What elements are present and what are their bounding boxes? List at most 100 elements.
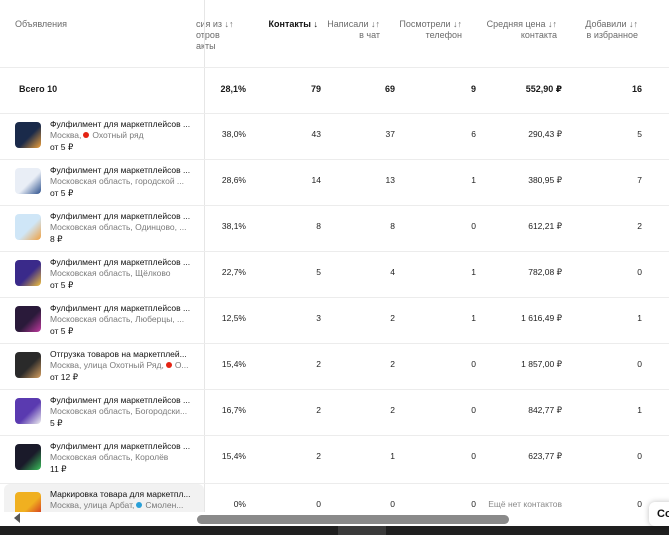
listing-title[interactable]: Фулфилмент для маркетплейсов ...	[50, 303, 200, 313]
row-separator	[0, 113, 669, 114]
location-text: Москва, улица Охотный Ряд,	[50, 360, 164, 370]
conversion-cell: 15,4%	[221, 359, 246, 369]
contacts-cell: 3	[316, 313, 321, 323]
conversion-cell: 12,5%	[221, 313, 246, 323]
listing-title[interactable]: Фулфилмент для маркетплейсов ...	[50, 119, 200, 129]
favorites-cell: 0	[637, 359, 642, 369]
metro-dot-icon	[136, 502, 143, 508]
row-separator	[0, 159, 669, 160]
listing-title[interactable]: Фулфилмент для маркетплейсов ...	[50, 211, 200, 221]
listing-thumbnail[interactable]	[15, 306, 41, 332]
listing-thumbnail[interactable]	[15, 122, 41, 148]
listing-price: 11 ₽	[50, 464, 67, 474]
avg-price-column-header[interactable]: Средняя цена ↓↑ контакта	[477, 19, 557, 41]
listing-title[interactable]: Маркировка товара для маркетпл...	[50, 489, 200, 499]
viewed-cell: 0	[471, 221, 476, 231]
total-conversion: 28,1%	[220, 84, 246, 94]
listing-location: Московская область, Королёв	[50, 452, 200, 462]
listing-price: от 5 ₽	[50, 280, 74, 290]
favorites-cell: 1	[637, 405, 642, 415]
contacts-cell: 5	[316, 267, 321, 277]
total-contacts: 79	[310, 84, 321, 94]
listing-title[interactable]: Фулфилмент для маркетплейсов ...	[50, 257, 200, 267]
bottom-bar-segment	[338, 526, 386, 535]
favorites-cell: 7	[637, 175, 642, 185]
listing-price: от 5 ₽	[50, 142, 74, 152]
favorites-cell: 5	[637, 129, 642, 139]
viewed-phone-column-header[interactable]: Посмотрели ↓↑ телефон	[392, 19, 462, 41]
wrote-header-line-2: в чат	[359, 30, 380, 40]
avg-price-cell: 612,21 ₽	[528, 221, 562, 231]
wrote-cell: 13	[385, 175, 395, 185]
horizontal-scroll-thumb[interactable]	[197, 515, 509, 524]
listing-title[interactable]: Фулфилмент для маркетплейсов ...	[50, 395, 200, 405]
conversion-header-line-2: отров	[196, 30, 220, 40]
viewed-header-line-2: телефон	[425, 30, 462, 40]
wrote-cell: 2	[390, 359, 395, 369]
viewed-cell: 0	[471, 499, 476, 509]
favorites-header-line-1: Добавили ↓↑	[585, 19, 638, 29]
listing-thumbnail[interactable]	[15, 398, 41, 424]
location-text: Московская область, Люберцы, ...	[50, 314, 185, 324]
avg-price-header-line-2: контакта	[520, 30, 557, 40]
listing-location: Московская область, Богородски...	[50, 406, 200, 416]
conversion-cell: 28,6%	[221, 175, 246, 185]
wrote-header-line-1: Написали ↓↑	[327, 19, 380, 29]
contacts-column-header[interactable]: Контакты ↓	[258, 19, 318, 30]
row-separator	[0, 251, 669, 252]
wrote-cell: 0	[390, 499, 395, 509]
side-popup[interactable]: Co	[649, 502, 669, 526]
avg-price-cell: 380,95 ₽	[528, 175, 562, 185]
total-viewed: 9	[470, 84, 476, 94]
wrote-cell: 37	[385, 129, 395, 139]
viewed-cell: 1	[471, 175, 476, 185]
avg-price-cell: 290,43 ₽	[528, 129, 562, 139]
wrote-cell: 1	[390, 451, 395, 461]
wrote-column-header[interactable]: Написали ↓↑ в чат	[320, 19, 380, 41]
avg-price-header-line-1: Средняя цена ↓↑	[486, 19, 557, 29]
contacts-cell: 0	[316, 499, 321, 509]
total-label: Всего 10	[19, 84, 58, 94]
favorites-column-header[interactable]: Добавили ↓↑ в избранное	[568, 19, 638, 41]
avg-price-cell: Ещё нет контактов	[488, 499, 562, 509]
viewed-header-line-1: Посмотрели ↓↑	[399, 19, 462, 29]
total-favorites: 16	[631, 84, 642, 94]
scroll-left-arrow-icon[interactable]	[14, 513, 20, 523]
listing-title[interactable]: Фулфилмент для маркетплейсов ...	[50, 441, 200, 451]
listing-thumbnail[interactable]	[15, 444, 41, 470]
contacts-cell: 43	[311, 129, 321, 139]
contacts-cell: 8	[316, 221, 321, 231]
listing-price: от 5 ₽	[50, 326, 74, 336]
listing-location: Москва, улица Арбат, Смолен...	[50, 500, 200, 510]
viewed-cell: 6	[471, 129, 476, 139]
conversion-cell: 16,7%	[221, 405, 246, 415]
location-text: Московская область, Королёв	[50, 452, 169, 462]
location-text: Московская область, Щёлково	[50, 268, 171, 278]
row-separator	[0, 483, 669, 484]
row-separator	[0, 343, 669, 344]
listing-thumbnail[interactable]	[15, 214, 41, 240]
total-wrote: 69	[384, 84, 395, 94]
conversion-cell: 38,0%	[221, 129, 246, 139]
listing-location: Московская область, Люберцы, ...	[50, 314, 200, 324]
avg-price-cell: 623,77 ₽	[528, 451, 562, 461]
listing-thumbnail[interactable]	[15, 168, 41, 194]
conversion-cell: 38,1%	[221, 221, 246, 231]
listing-title[interactable]: Фулфилмент для маркетплейсов ...	[50, 165, 200, 175]
wrote-cell: 2	[390, 405, 395, 415]
listing-price: 8 ₽	[50, 234, 63, 244]
conversion-cell: 15,4%	[221, 451, 246, 461]
viewed-cell: 1	[471, 267, 476, 277]
conversion-cell: 0%	[233, 499, 246, 509]
conversion-column-header[interactable]: сия из ↓↑ отров акты	[196, 19, 256, 52]
listing-location: Москва, Охотный ряд	[50, 130, 200, 140]
conversion-header-line-3: акты	[196, 41, 216, 51]
row-separator	[0, 435, 669, 436]
conversion-header-line-1: сия из ↓↑	[196, 19, 234, 29]
listing-title[interactable]: Отгрузка товаров на маркетплей...	[50, 349, 200, 359]
listing-location: Московская область, Щёлково	[50, 268, 200, 278]
listing-thumbnail[interactable]	[15, 352, 41, 378]
bottom-bar	[0, 526, 669, 535]
avg-price-cell: 1 616,49 ₽	[521, 313, 562, 323]
listing-thumbnail[interactable]	[15, 260, 41, 286]
